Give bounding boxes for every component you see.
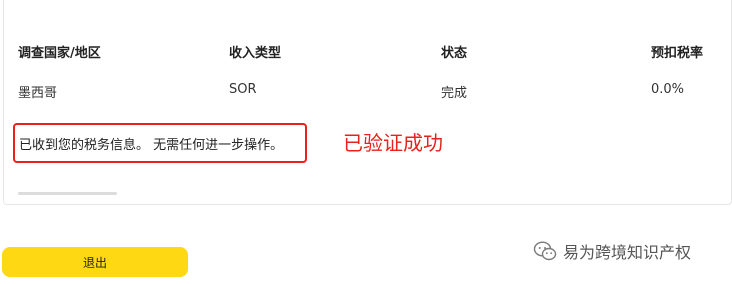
header-income-type: 收入类型 — [229, 46, 282, 61]
wechat-icon — [533, 241, 557, 261]
cell-status: 完成 — [441, 86, 468, 101]
watermark-text: 易为跨境知识产权 — [563, 243, 692, 262]
cell-income-type: SOR — [229, 82, 257, 97]
header-status: 状态 — [441, 46, 468, 61]
cell-country: 墨西哥 — [18, 86, 58, 101]
header-country: 调查国家/地区 — [18, 46, 101, 61]
status-message: 已收到您的税务信息。 无需任何进一步操作。 — [19, 138, 284, 153]
horizontal-scrollbar[interactable] — [18, 192, 117, 195]
verification-annotation: 已验证成功 — [343, 131, 443, 155]
header-withholding-rate: 预扣税率 — [651, 46, 704, 61]
tax-info-page: 调查国家/地区 收入类型 状态 预扣税率 墨西哥 SOR 完成 0.0% 已收到… — [0, 0, 732, 284]
cell-withholding-rate: 0.0% — [651, 82, 685, 97]
exit-button[interactable]: 退出 — [2, 247, 188, 277]
watermark: 易为跨境知识产权 — [533, 240, 691, 262]
tax-info-card — [3, 0, 732, 205]
